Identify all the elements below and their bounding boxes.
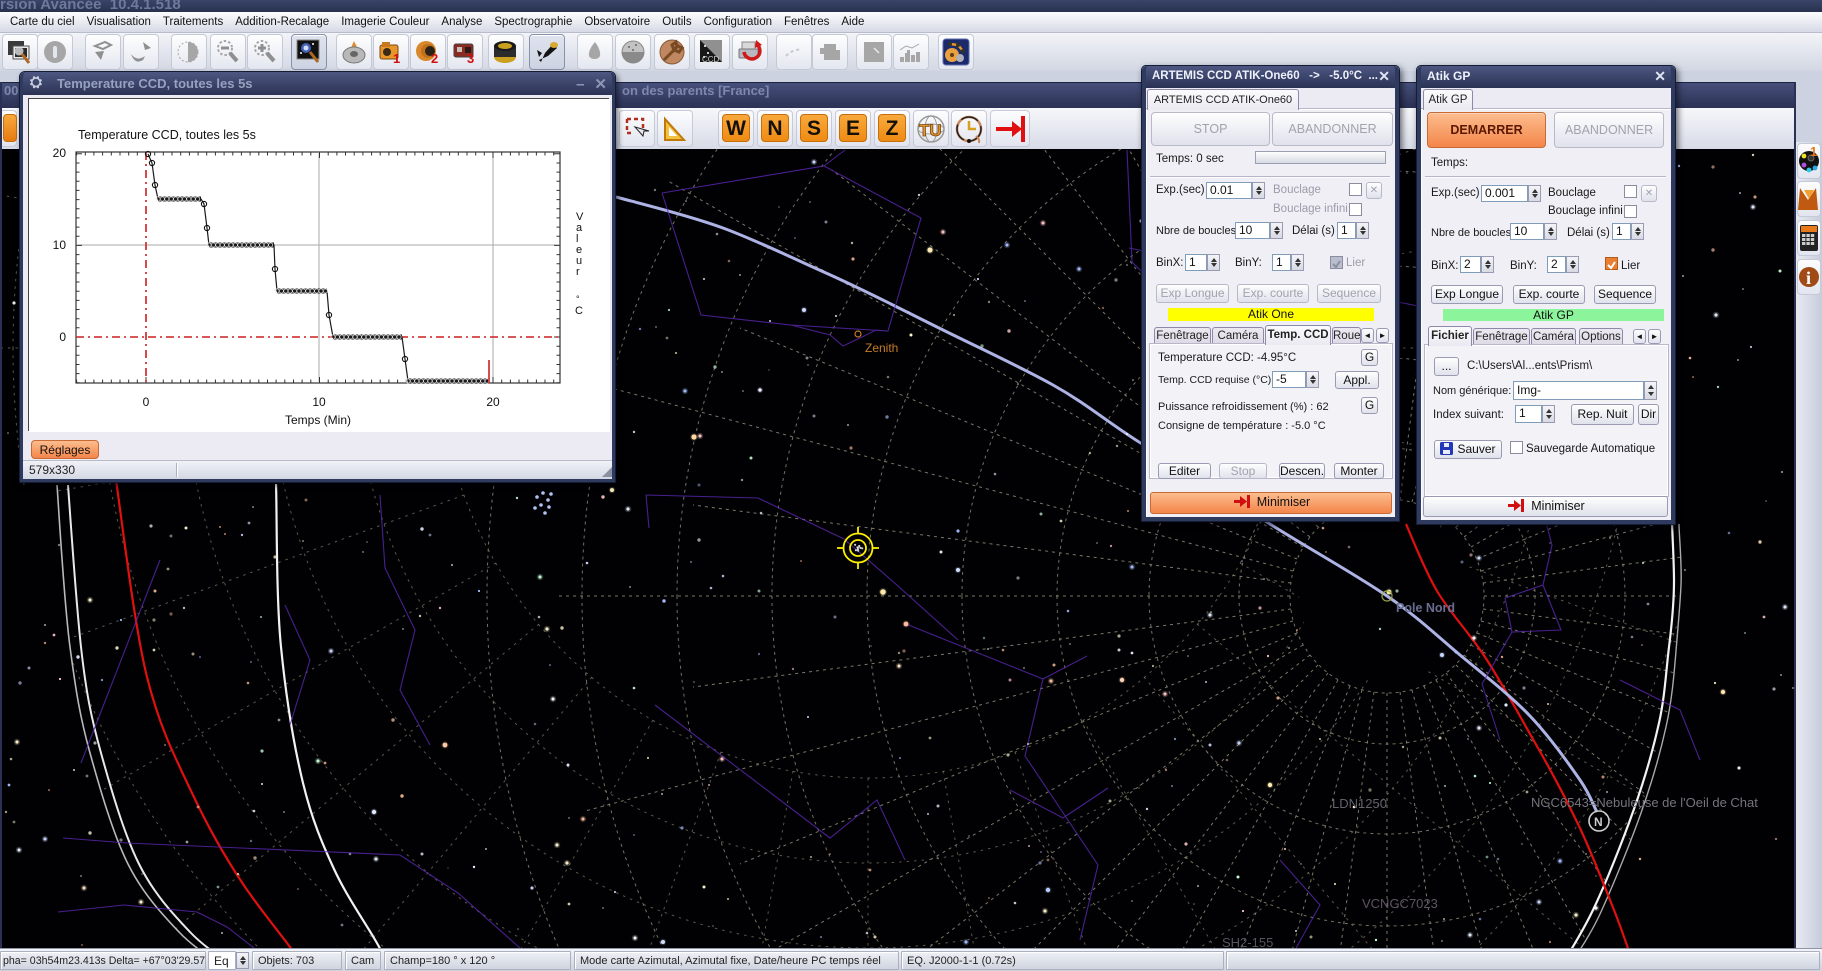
- svg-text:SH2-155: SH2-155: [1222, 935, 1273, 948]
- svg-text:CCD: CCD: [702, 55, 720, 64]
- svg-text:N: N: [1594, 815, 1603, 829]
- svg-text:Pole Nord: Pole Nord: [1396, 601, 1455, 615]
- svg-text:LDN1250: LDN1250: [1332, 796, 1387, 811]
- svg-text:3: 3: [467, 51, 474, 66]
- svg-text:1: 1: [1810, 144, 1817, 159]
- svg-text:i: i: [1806, 268, 1811, 288]
- svg-text:NGC6543=Nebuleuse de l'Oeil de: NGC6543=Nebuleuse de l'Oeil de Chat: [1531, 795, 1758, 810]
- svg-text:Zenith: Zenith: [865, 341, 898, 355]
- svg-text:1: 1: [393, 51, 400, 66]
- svg-text:TU: TU: [919, 121, 942, 140]
- svg-text:2: 2: [431, 51, 438, 66]
- svg-text:VCNGC7023: VCNGC7023: [1362, 896, 1438, 911]
